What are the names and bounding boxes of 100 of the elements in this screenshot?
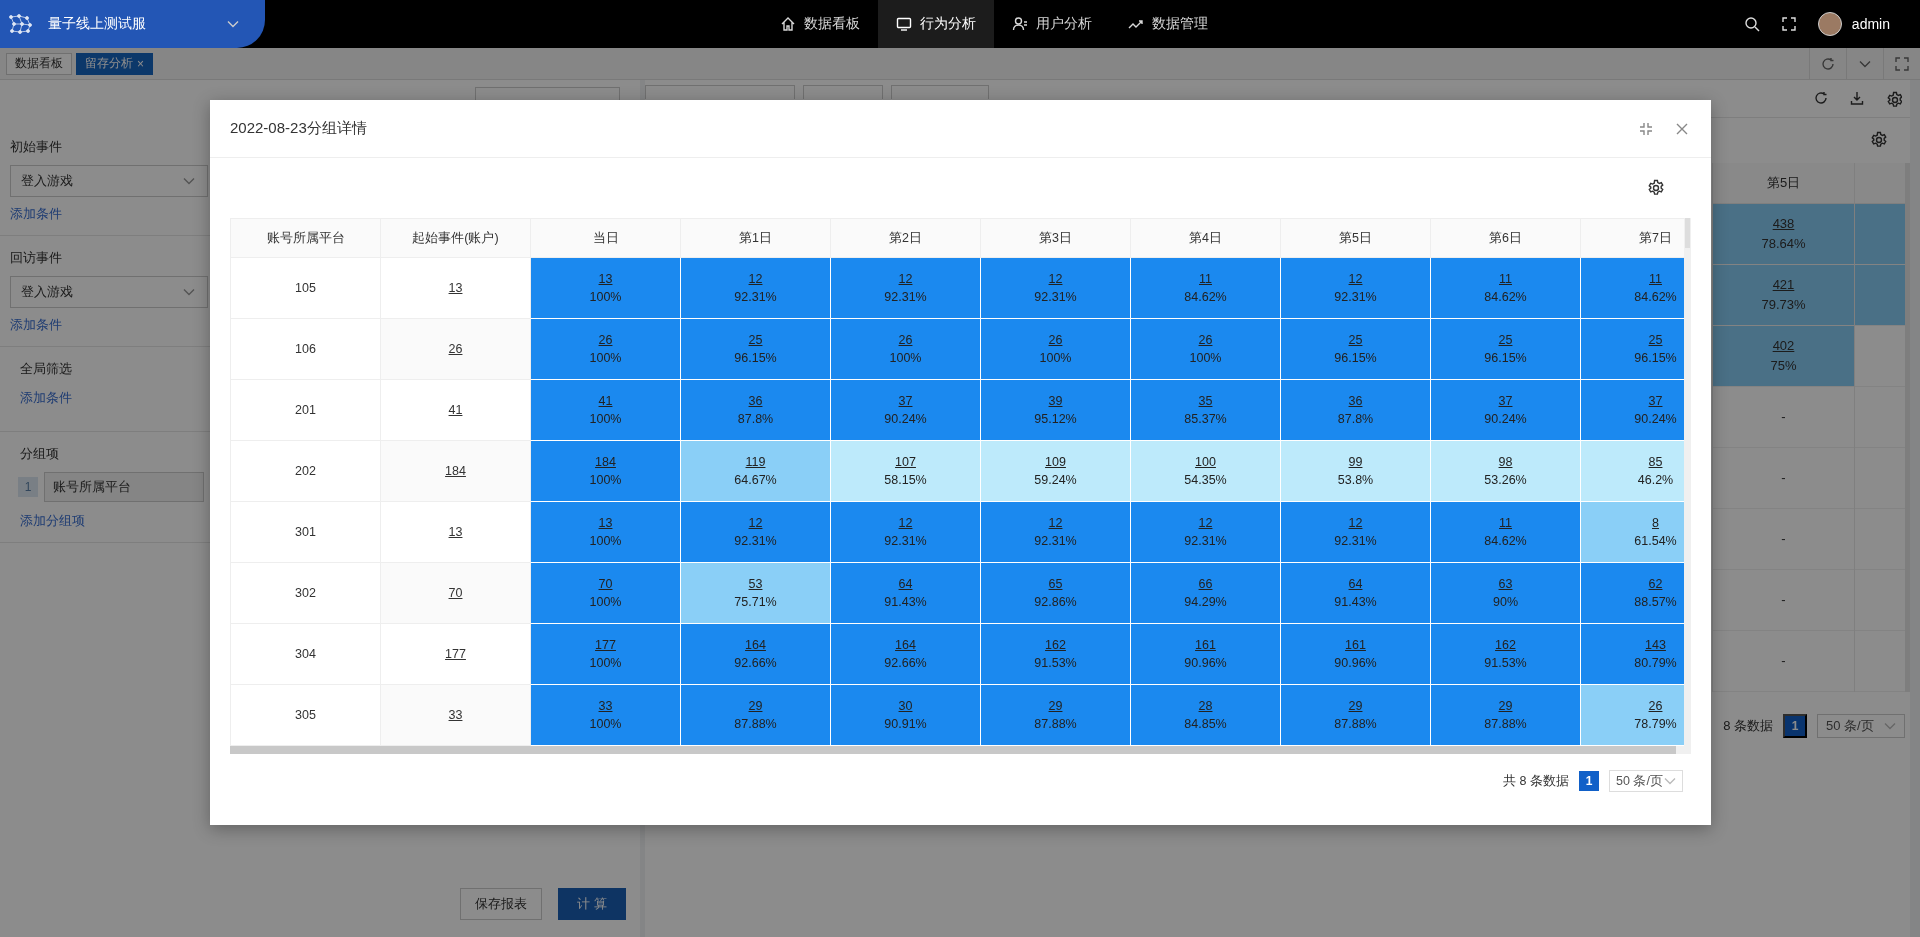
user-name[interactable]: admin: [1851, 16, 1890, 32]
retention-cell: 65 92.86%: [980, 562, 1131, 624]
platform-cell: 302: [230, 562, 381, 624]
retention-cell: 177 100%: [530, 623, 681, 685]
retention-cell: 109 59.24%: [980, 440, 1131, 502]
page-size-select[interactable]: 50 条/页: [1609, 770, 1683, 792]
nav-tab[interactable]: 行为分析: [878, 0, 994, 48]
retention-cell: 12 92.31%: [1130, 501, 1281, 563]
app-header-logo-bar[interactable]: 量子线上测试服: [0, 0, 265, 48]
column-header: 当日: [530, 218, 681, 258]
column-header: 起始事件(账户): [380, 218, 531, 258]
retention-cell: 11 84.62%: [1130, 257, 1281, 319]
group-field[interactable]: 账号所属平台: [44, 472, 204, 502]
platform-cell: 105: [230, 257, 381, 319]
platform-cell: 305: [230, 684, 381, 746]
retention-cell: 119 64.67%: [680, 440, 831, 502]
column-header: 第6日: [1430, 218, 1581, 258]
nav-tab[interactable]: 用户分析: [994, 0, 1110, 48]
page-size-select[interactable]: 50 条/页: [1817, 714, 1905, 738]
platform-cell: 304: [230, 623, 381, 685]
retention-cell: 162 91.53%: [980, 623, 1131, 685]
retention-cell: 25 96.15%: [1430, 318, 1581, 380]
column-header: 第1日: [680, 218, 831, 258]
column-header: 第7日: [1580, 218, 1684, 258]
retention-cell: 35 85.37%: [1130, 379, 1281, 441]
table-cell: 402 75%: [1713, 326, 1854, 387]
retention-cell: 29 87.88%: [1430, 684, 1581, 746]
retention-cell: 36 87.8%: [1280, 379, 1431, 441]
event-select[interactable]: 登入游戏: [10, 165, 208, 197]
retention-cell: 164 92.66%: [830, 623, 981, 685]
event-select[interactable]: 登入游戏: [10, 276, 208, 308]
column-header: 第4日: [1130, 218, 1281, 258]
retention-cell: 164 92.66%: [680, 623, 831, 685]
retention-cell: 26 100%: [1130, 318, 1281, 380]
retention-cell: 62 88.57%: [1580, 562, 1684, 624]
retention-cell: 29 87.88%: [980, 684, 1131, 746]
app-title: 量子线上测试服: [48, 15, 146, 33]
page-button[interactable]: 1: [1579, 771, 1599, 791]
retention-cell: 12 92.31%: [830, 257, 981, 319]
retention-cell: 33 100%: [530, 684, 681, 746]
retention-cell: 29 87.88%: [680, 684, 831, 746]
retention-cell: 26 100%: [980, 318, 1131, 380]
retention-cell: 12 92.31%: [680, 257, 831, 319]
tab-close-button[interactable]: ×: [137, 56, 144, 71]
retention-cell: 37 90.24%: [1430, 379, 1581, 441]
nav-tab[interactable]: 数据看板: [762, 0, 878, 48]
retention-cell: 13 100%: [530, 257, 681, 319]
retention-cell: 162 91.53%: [1430, 623, 1581, 685]
dialog-title: 2022-08-23分组详情: [230, 119, 367, 138]
total-count: 共 8 条数据: [1503, 772, 1569, 790]
platform-cell: 301: [230, 501, 381, 563]
column-header: 账号所属平台: [230, 218, 381, 258]
section-title: 初始事件: [10, 138, 62, 156]
page-tab[interactable]: 数据看板: [6, 52, 72, 75]
retention-cell: 36 87.8%: [680, 379, 831, 441]
retention-cell: 184 100%: [530, 440, 681, 502]
retention-cell: 8 61.54%: [1580, 501, 1684, 563]
retention-cell: 99 53.8%: [1280, 440, 1431, 502]
table-cell: 438 78.64%: [1713, 204, 1854, 265]
platform-cell: 106: [230, 318, 381, 380]
retention-cell: 11 84.62%: [1580, 257, 1684, 319]
retention-cell: 12 92.31%: [980, 257, 1131, 319]
retention-cell: 39 95.12%: [980, 379, 1131, 441]
index-badge: 1: [18, 477, 38, 497]
retention-cell: 63 90%: [1430, 562, 1581, 624]
retention-cell: 29 87.88%: [1280, 684, 1431, 746]
retention-cell: 85 46.2%: [1580, 440, 1684, 502]
retention-cell: 12 92.31%: [680, 501, 831, 563]
calculate-button[interactable]: 计 算: [558, 888, 626, 920]
column-header: 第5日: [1280, 218, 1431, 258]
retention-cell: 26 100%: [530, 318, 681, 380]
retention-cell: 25 96.15%: [680, 318, 831, 380]
section-title: 全局筛选: [19, 360, 72, 378]
column-header: 第2日: [830, 218, 981, 258]
retention-cell: 11 84.62%: [1430, 257, 1581, 319]
retention-cell: 53 75.71%: [680, 562, 831, 624]
retention-cell: 98 53.26%: [1430, 440, 1581, 502]
retention-cell: 143 80.79%: [1580, 623, 1684, 685]
retention-cell: 25 96.15%: [1280, 318, 1431, 380]
retention-cell: 107 58.15%: [830, 440, 981, 502]
retention-cell: 26 100%: [830, 318, 981, 380]
page-button[interactable]: 1: [1783, 714, 1807, 738]
column-header: 第3日: [980, 218, 1131, 258]
platform-cell: 202: [230, 440, 381, 502]
retention-cell: 11 84.62%: [1430, 501, 1581, 563]
section-title: 回访事件: [10, 249, 62, 267]
retention-cell: 100 54.35%: [1130, 440, 1281, 502]
retention-cell: 64 91.43%: [1280, 562, 1431, 624]
total-count: 8 条数据: [1723, 717, 1773, 735]
retention-cell: 37 90.24%: [830, 379, 981, 441]
save-button[interactable]: 保存报表: [460, 888, 543, 920]
retention-cell: 30 90.91%: [830, 684, 981, 746]
retention-cell: 12 92.31%: [1280, 501, 1431, 563]
retention-cell: 26 78.79%: [1580, 684, 1684, 746]
nav-tab[interactable]: 数据管理: [1110, 0, 1226, 48]
retention-cell: 25 96.15%: [1580, 318, 1684, 380]
retention-cell: 70 100%: [530, 562, 681, 624]
page-tab[interactable]: 留存分析 ×: [76, 52, 153, 75]
retention-cell: 12 92.31%: [830, 501, 981, 563]
retention-cell: 161 90.96%: [1280, 623, 1431, 685]
